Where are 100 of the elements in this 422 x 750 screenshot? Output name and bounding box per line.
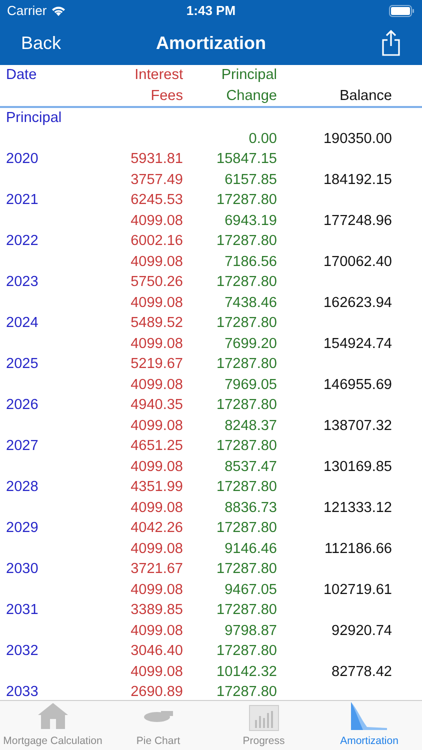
year-label: 2024 bbox=[6, 314, 40, 333]
table-cell-text: 5219.67 bbox=[130, 355, 183, 374]
table-cell-text: 17287.80 bbox=[216, 683, 277, 700]
area-chart-icon bbox=[349, 701, 390, 731]
year-label: 2026 bbox=[6, 396, 40, 415]
table-cell-text: 112186.66 bbox=[324, 540, 392, 558]
table-cell-text: 4940.35 bbox=[130, 396, 183, 415]
tab-bar-item[interactable]: Progress bbox=[211, 701, 316, 750]
column-header: Principal Change bbox=[220, 66, 277, 106]
battery-icon bbox=[388, 4, 415, 16]
table-cell-text: 6943.19 bbox=[224, 212, 277, 230]
table-cell-text: 17287.80 bbox=[216, 396, 277, 415]
table-cell-text: 17287.80 bbox=[216, 478, 277, 497]
table-cell-text: 0.00 bbox=[248, 130, 277, 148]
year-label: 2020 bbox=[6, 150, 40, 169]
pie-icon bbox=[144, 711, 173, 722]
year-label: 2023 bbox=[6, 273, 40, 292]
year-label: 2029 bbox=[6, 519, 40, 538]
table-cell-text: 184192.15 bbox=[322, 170, 392, 190]
tab-bar-item[interactable]: Amortization bbox=[316, 701, 422, 750]
table-cell-text: 4099.08 bbox=[130, 294, 183, 312]
table-cell-text: 6245.53 bbox=[130, 191, 183, 210]
table-cell-text: 4099.08 bbox=[130, 662, 183, 682]
table-cell-text: 9798.87 bbox=[224, 622, 277, 640]
table-cell-text: 4099.08 bbox=[130, 212, 183, 230]
table-cell-text: 9146.46 bbox=[224, 540, 277, 558]
table-cell-text: 3046.40 bbox=[130, 642, 183, 661]
row-label: Principal bbox=[6, 109, 63, 128]
table-cell-text: 5750.26 bbox=[130, 273, 183, 292]
year-label: 2027 bbox=[6, 437, 40, 456]
table-cell-text: 102719.61 bbox=[322, 580, 392, 600]
table-cell-text: 92920.74 bbox=[330, 622, 392, 640]
column-header: Balance bbox=[338, 86, 392, 106]
table-cell-text: 10142.32 bbox=[216, 662, 277, 682]
table-cell-text: 4099.08 bbox=[130, 540, 183, 558]
table-cell-text: 6002.16 bbox=[130, 232, 183, 251]
table-cell-text: 4099.08 bbox=[130, 376, 183, 394]
table-cell-text: 2690.89 bbox=[130, 683, 183, 700]
table-cell-text: 162623.94 bbox=[322, 294, 392, 312]
table-cell-text: 138707.32 bbox=[322, 416, 392, 436]
table-cell-text: 4099.08 bbox=[130, 252, 183, 272]
year-label: 2025 bbox=[6, 355, 40, 374]
table-cell-text: 4099.08 bbox=[130, 458, 183, 476]
table-cell-text: 7699.20 bbox=[224, 334, 277, 354]
column-header: Interest Fees bbox=[134, 66, 183, 106]
table-cell-text: 6157.85 bbox=[224, 170, 277, 190]
table-cell-text: 177248.96 bbox=[322, 212, 392, 230]
table-cell-text: 5489.52 bbox=[130, 314, 183, 333]
table-cell-text: 121333.12 bbox=[322, 498, 392, 518]
column-header: Date bbox=[6, 66, 38, 85]
table-cell-text: 17287.80 bbox=[216, 273, 277, 292]
table-cell-text: 7438.46 bbox=[224, 294, 277, 312]
table-cell-text: 4099.08 bbox=[130, 416, 183, 436]
year-label: 2030 bbox=[6, 560, 40, 579]
tab-bar-item[interactable]: Mortgage Calculation bbox=[0, 701, 106, 750]
year-label: 2021 bbox=[6, 191, 40, 210]
carrier-text: Carrier bbox=[7, 2, 47, 20]
table-cell-text: 17287.80 bbox=[216, 560, 277, 579]
table-cell-text: 4651.25 bbox=[130, 437, 183, 456]
table-cell-text: 190350.00 bbox=[322, 130, 392, 148]
table-cell-text: 4099.08 bbox=[130, 334, 183, 354]
wifi-icon bbox=[50, 5, 66, 16]
table-cell-text: 170062.40 bbox=[322, 252, 392, 272]
table-cell-text: 17287.80 bbox=[216, 191, 277, 210]
screen-title: Amortization bbox=[156, 32, 266, 54]
table-cell-text: 17287.80 bbox=[216, 519, 277, 538]
table-cell-text: 5931.81 bbox=[130, 150, 183, 169]
table-cell-text: 9467.05 bbox=[224, 580, 277, 600]
table-cell-text: 17287.80 bbox=[216, 601, 277, 620]
table-cell-text: 146955.69 bbox=[322, 376, 392, 394]
table-cell-text: 8537.47 bbox=[224, 458, 277, 476]
table-cell-text: 7969.05 bbox=[224, 376, 277, 394]
tab-bar-item[interactable]: Pie Chart bbox=[106, 701, 211, 750]
bar-chart-icon bbox=[248, 705, 279, 731]
table-cell-text: 3757.49 bbox=[130, 170, 183, 190]
table-cell-text: 130169.85 bbox=[322, 458, 392, 476]
table-cell-text: 4099.08 bbox=[130, 580, 183, 600]
share-icon[interactable] bbox=[381, 30, 401, 56]
table-cell-text: 8836.73 bbox=[224, 498, 277, 518]
table-cell-text: 17287.80 bbox=[216, 355, 277, 374]
table-cell-text: 17287.80 bbox=[216, 314, 277, 333]
table-cell-text: 17287.80 bbox=[216, 232, 277, 251]
back-button[interactable]: Back bbox=[21, 30, 101, 56]
table-cell-text: 17287.80 bbox=[216, 437, 277, 456]
table-cell-text: 3721.67 bbox=[130, 560, 183, 579]
table-cell-text: 17287.80 bbox=[216, 642, 277, 661]
year-label: 2028 bbox=[6, 478, 40, 497]
year-label: 2033 bbox=[6, 683, 40, 700]
table-cell-text: 4351.99 bbox=[130, 478, 183, 497]
table-cell-text: 4042.26 bbox=[130, 519, 183, 538]
table-cell-text: 3389.85 bbox=[130, 601, 183, 620]
table-cell-text: 15847.15 bbox=[216, 150, 277, 169]
table-cell-text: 4099.08 bbox=[130, 498, 183, 518]
table-cell-text: 154924.74 bbox=[322, 334, 392, 354]
year-label: 2031 bbox=[6, 601, 40, 620]
table-cell-text: 7186.56 bbox=[224, 252, 277, 272]
table-cell-text: 82778.42 bbox=[330, 662, 392, 682]
year-label: 2022 bbox=[6, 232, 40, 251]
table-cell-text: 4099.08 bbox=[130, 622, 183, 640]
clock-text: 1:43 PM bbox=[186, 2, 236, 20]
